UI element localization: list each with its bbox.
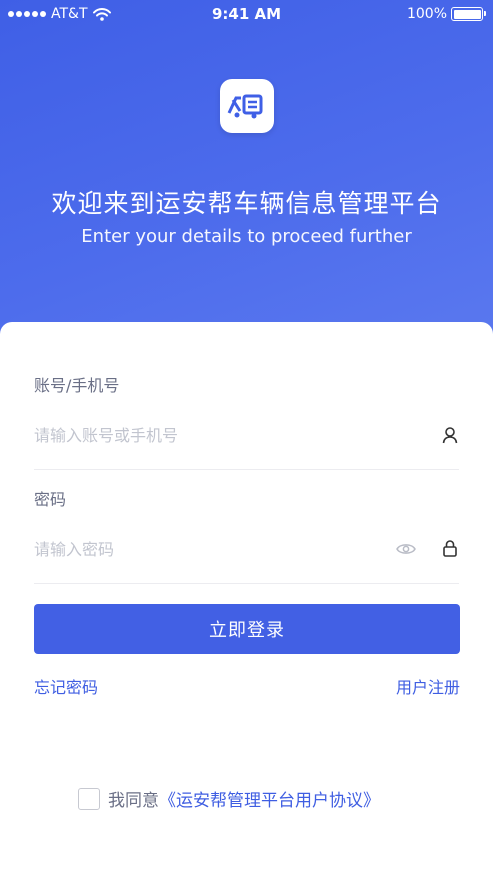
page-subtitle: Enter your details to proceed further [81, 226, 412, 247]
agreement-checkbox[interactable] [78, 787, 100, 810]
login-button[interactable]: 立即登录 [34, 604, 460, 654]
password-input[interactable] [34, 534, 384, 564]
agreement-prefix: 我同意 [108, 791, 159, 811]
register-link[interactable]: 用户注册 [396, 674, 460, 698]
agreement-row: 我同意《运安帮管理平台用户协议》 [78, 786, 380, 811]
status-right: 100% [406, 6, 486, 22]
truck-logo-icon [220, 79, 274, 133]
agreement-link[interactable]: 《运安帮管理平台用户协议》 [159, 791, 380, 811]
account-divider [34, 469, 459, 470]
battery-percent: 100% [406, 6, 447, 22]
password-divider [34, 583, 459, 584]
hero-banner [0, 0, 493, 360]
page-title: 欢迎来到运安帮车辆信息管理平台 [51, 189, 442, 218]
user-icon [440, 425, 460, 445]
password-label: 密码 [34, 490, 67, 509]
account-label: 账号/手机号 [34, 376, 120, 395]
eye-icon[interactable] [395, 538, 417, 560]
forgot-password-link[interactable]: 忘记密码 [34, 674, 98, 698]
account-input[interactable] [34, 420, 416, 450]
battery-icon [451, 7, 486, 21]
status-bar: AT&T 9:41 AM 100% [0, 0, 493, 30]
lock-icon [440, 538, 460, 558]
